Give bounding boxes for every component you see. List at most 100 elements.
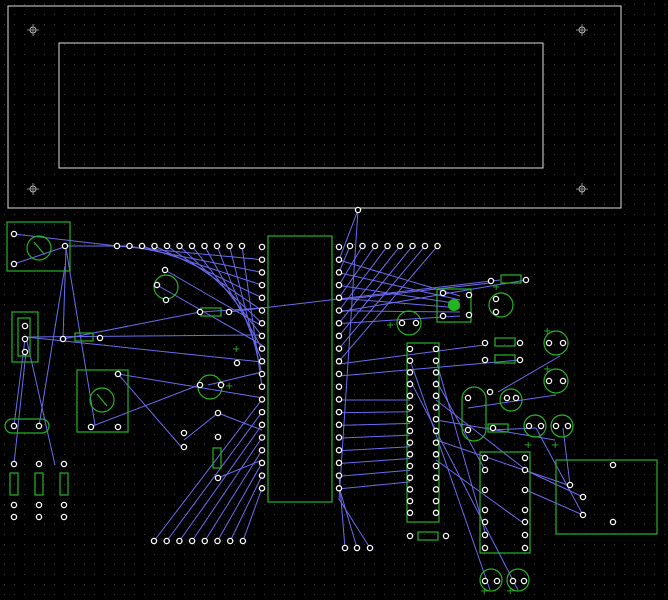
pad[interactable]	[559, 377, 567, 385]
pad[interactable]	[432, 369, 440, 376]
pad[interactable]	[516, 339, 524, 347]
pad[interactable]	[406, 357, 414, 364]
pad[interactable]	[335, 421, 343, 429]
pad[interactable]	[432, 439, 440, 446]
pad[interactable]	[161, 266, 169, 274]
pad[interactable]	[258, 434, 266, 441]
pad[interactable]	[421, 242, 429, 250]
pad[interactable]	[481, 356, 489, 364]
pad[interactable]	[113, 242, 121, 250]
pad[interactable]	[10, 422, 18, 430]
pad[interactable]	[335, 319, 343, 327]
pad[interactable]	[114, 423, 122, 431]
pad[interactable]	[432, 392, 440, 400]
pad[interactable]	[201, 242, 208, 250]
pad[interactable]	[434, 242, 441, 250]
pad[interactable]	[564, 422, 572, 430]
pad[interactable]	[201, 537, 209, 545]
pad[interactable]	[258, 294, 266, 302]
pad[interactable]	[406, 345, 414, 353]
pad[interactable]	[10, 460, 18, 468]
pad[interactable]	[258, 485, 266, 492]
pad[interactable]	[21, 335, 29, 343]
pad[interactable]	[522, 276, 530, 284]
pad[interactable]	[61, 242, 69, 250]
pad[interactable]	[545, 339, 553, 347]
pad[interactable]	[442, 532, 450, 540]
pad[interactable]	[521, 544, 529, 552]
pad[interactable]	[432, 415, 440, 423]
pad[interactable]	[406, 369, 414, 376]
pad[interactable]	[432, 497, 440, 505]
pad[interactable]	[258, 358, 266, 365]
pad[interactable]	[609, 461, 617, 469]
pad[interactable]	[341, 544, 349, 552]
pad[interactable]	[335, 485, 343, 492]
pad[interactable]	[481, 518, 489, 526]
pad[interactable]	[180, 443, 188, 451]
pad[interactable]	[258, 421, 266, 429]
pad[interactable]	[35, 501, 43, 509]
pad[interactable]	[258, 396, 266, 403]
pad[interactable]	[521, 466, 529, 474]
pad[interactable]	[258, 269, 266, 276]
pad[interactable]	[439, 312, 447, 320]
pad[interactable]	[258, 319, 266, 327]
pad[interactable]	[335, 332, 343, 340]
pad[interactable]	[258, 383, 266, 390]
pad[interactable]	[151, 242, 158, 250]
pad[interactable]	[579, 511, 587, 519]
pad[interactable]	[432, 345, 440, 353]
pad[interactable]	[406, 462, 414, 470]
pad[interactable]	[35, 460, 43, 468]
pad[interactable]	[226, 537, 234, 545]
pad[interactable]	[487, 277, 495, 285]
pad[interactable]	[520, 577, 528, 585]
pad[interactable]	[138, 242, 146, 250]
pad[interactable]	[258, 446, 266, 454]
pad[interactable]	[35, 513, 43, 521]
pad[interactable]	[239, 537, 247, 545]
pad[interactable]	[465, 311, 473, 319]
pad[interactable]	[406, 427, 414, 435]
pad[interactable]	[258, 408, 266, 416]
pad[interactable]	[335, 434, 343, 441]
pad[interactable]	[150, 537, 158, 545]
pad[interactable]	[335, 396, 343, 403]
pad[interactable]	[486, 388, 494, 396]
pad[interactable]	[481, 339, 489, 347]
pad[interactable]	[521, 506, 529, 514]
pad[interactable]	[60, 460, 68, 468]
pad[interactable]	[406, 380, 414, 388]
pad[interactable]	[258, 370, 266, 378]
pad[interactable]	[465, 291, 473, 299]
pad[interactable]	[432, 474, 440, 481]
pad[interactable]	[481, 577, 489, 585]
pad[interactable]	[406, 404, 414, 411]
pad[interactable]	[335, 446, 343, 454]
pad[interactable]	[566, 481, 574, 489]
pad[interactable]	[481, 466, 489, 474]
pad[interactable]	[509, 577, 517, 585]
pad[interactable]	[335, 256, 343, 263]
pad[interactable]	[354, 206, 362, 214]
pad[interactable]	[559, 339, 567, 347]
pad[interactable]	[432, 486, 440, 493]
pad[interactable]	[258, 345, 266, 352]
pad[interactable]	[432, 357, 440, 364]
pad[interactable]	[521, 454, 529, 462]
pad[interactable]	[481, 544, 489, 552]
pad[interactable]	[176, 242, 183, 250]
pad[interactable]	[335, 269, 343, 276]
pad[interactable]	[366, 544, 374, 552]
pad[interactable]	[335, 459, 343, 467]
pad[interactable]	[335, 345, 343, 352]
pad[interactable]	[492, 295, 500, 303]
pad[interactable]	[464, 426, 472, 434]
pad[interactable]	[233, 359, 241, 367]
pad[interactable]	[439, 289, 447, 297]
pad[interactable]	[346, 242, 354, 250]
pad[interactable]	[493, 577, 501, 585]
pad[interactable]	[521, 518, 529, 526]
pad[interactable]	[96, 334, 104, 342]
